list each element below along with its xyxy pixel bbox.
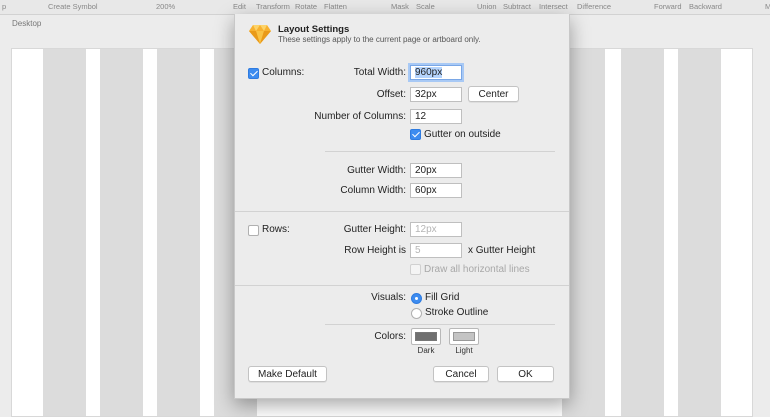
visuals-label: Visuals:	[371, 292, 406, 303]
toolbar-subtract[interactable]: Subtract	[503, 2, 531, 11]
dialog-title: Layout Settings	[278, 24, 350, 35]
top-toolbar: p Create Symbol 200% Edit Transform Rota…	[0, 0, 770, 15]
gutter-width-input[interactable]: 20px	[410, 163, 462, 178]
dark-color-well[interactable]	[411, 328, 441, 345]
toolbar-item-partial[interactable]: p	[2, 2, 6, 11]
offset-input[interactable]: 32px	[410, 87, 462, 102]
toolbar-difference[interactable]: Difference	[577, 2, 611, 11]
grid-column	[621, 49, 664, 416]
number-of-columns-input[interactable]: 12	[410, 109, 462, 124]
toolbar-create-symbol[interactable]: Create Symbol	[48, 2, 98, 11]
divider	[325, 324, 555, 325]
gutter-on-outside-label: Gutter on outside	[424, 129, 501, 140]
light-color-well[interactable]	[449, 328, 479, 345]
layout-settings-dialog: Layout Settings These settings apply to …	[234, 14, 570, 399]
stroke-outline-label: Stroke Outline	[425, 307, 489, 318]
number-of-columns-label: Number of Columns:	[314, 111, 406, 122]
draw-horizontal-lines-checkbox[interactable]	[410, 264, 421, 275]
offset-label: Offset:	[376, 89, 406, 100]
dialog-header: Layout Settings These settings apply to …	[235, 14, 569, 56]
row-height-label: Row Height is	[344, 245, 406, 256]
light-color-swatch	[453, 332, 475, 341]
gutter-height-input[interactable]: 12px	[410, 222, 462, 237]
gutter-width-label: Gutter Width:	[347, 165, 406, 176]
toolbar-forward[interactable]: Forward	[654, 2, 682, 11]
stroke-outline-radio[interactable]	[411, 308, 422, 319]
grid-column	[678, 49, 721, 416]
toolbar-item-partial-right[interactable]: M	[765, 2, 770, 11]
rows-label: Rows:	[262, 224, 290, 235]
toolbar-edit[interactable]: Edit	[233, 2, 246, 11]
colors-label: Colors:	[374, 331, 406, 342]
divider	[325, 151, 555, 152]
ok-button[interactable]: OK	[497, 366, 554, 382]
toolbar-transform[interactable]: Transform	[256, 2, 290, 11]
make-default-button[interactable]: Make Default	[248, 366, 327, 382]
column-width-label: Column Width:	[340, 185, 406, 196]
cancel-button[interactable]: Cancel	[433, 366, 489, 382]
grid-column	[157, 49, 200, 416]
column-width-input[interactable]: 60px	[410, 183, 462, 198]
total-width-input[interactable]: 960px	[410, 65, 462, 80]
desktop-label: Desktop	[12, 19, 42, 28]
gutter-on-outside-checkbox[interactable]	[410, 129, 421, 140]
divider	[235, 285, 569, 286]
toolbar-zoom[interactable]: 200%	[156, 2, 175, 11]
rows-checkbox[interactable]	[248, 225, 259, 236]
dark-color-swatch	[415, 332, 437, 341]
total-width-label: Total Width:	[353, 67, 406, 78]
toolbar-mask[interactable]: Mask	[391, 2, 409, 11]
dark-color-label: Dark	[417, 346, 435, 355]
fill-grid-radio[interactable]	[411, 293, 422, 304]
gutter-height-label: Gutter Height:	[343, 224, 406, 235]
grid-column	[100, 49, 143, 416]
grid-column	[43, 49, 86, 416]
toolbar-rotate[interactable]: Rotate	[295, 2, 317, 11]
toolbar-intersect[interactable]: Intersect	[539, 2, 568, 11]
divider	[235, 211, 569, 212]
center-button[interactable]: Center	[468, 86, 519, 102]
light-color-label: Light	[455, 346, 473, 355]
columns-checkbox[interactable]	[248, 68, 259, 79]
row-height-suffix: x Gutter Height	[468, 245, 536, 256]
fill-grid-label: Fill Grid	[425, 292, 460, 303]
toolbar-flatten[interactable]: Flatten	[324, 2, 347, 11]
total-width-value: 960px	[415, 67, 443, 78]
toolbar-backward[interactable]: Backward	[689, 2, 722, 11]
sketch-diamond-icon	[249, 25, 271, 44]
columns-label: Columns:	[262, 67, 305, 78]
draw-horizontal-lines-label: Draw all horizontal lines	[424, 264, 530, 275]
toolbar-union[interactable]: Union	[477, 2, 497, 11]
row-height-input[interactable]: 5	[410, 243, 462, 258]
toolbar-scale[interactable]: Scale	[416, 2, 435, 11]
dialog-subtitle: These settings apply to the current page…	[278, 35, 481, 44]
